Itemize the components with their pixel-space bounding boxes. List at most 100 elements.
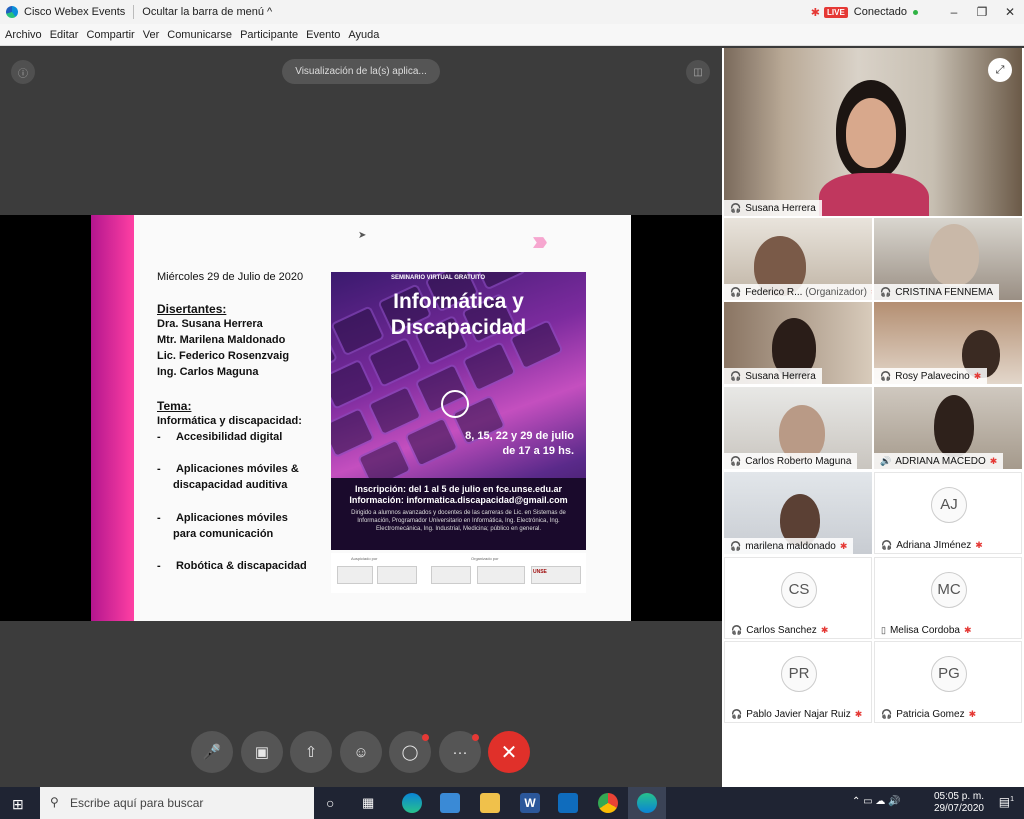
- muted-icon: ✱: [975, 539, 983, 550]
- share-view-dropdown[interactable]: Visualización de la(s) aplica...: [282, 59, 440, 84]
- speaker-icon: 🔊: [880, 455, 892, 466]
- participants-button[interactable]: ☺: [340, 731, 382, 773]
- participant-tile[interactable]: 🔊 ADRIANA MACEDO ✱: [874, 387, 1022, 469]
- expand-icon[interactable]: ⤢: [988, 58, 1012, 82]
- bullet-1: - Accesibilidad digital: [157, 431, 283, 443]
- slide-date: Miércoles 29 de Julio de 2020: [157, 271, 304, 283]
- menu-editar[interactable]: Editar: [50, 29, 79, 41]
- participant-tile[interactable]: PR 🎧 Pablo Javier Najar Ruiz ✱: [724, 641, 872, 723]
- muted-icon: ✱: [854, 708, 863, 719]
- leave-button[interactable]: ✕: [488, 731, 530, 773]
- speakers-heading: Disertantes:: [157, 302, 227, 316]
- menu-ver[interactable]: Ver: [143, 29, 160, 41]
- participant-face: [929, 224, 979, 286]
- poster-title-2: Discapacidad: [390, 316, 527, 339]
- mic-icon: 🎧: [730, 455, 742, 466]
- bullet-2: - Aplicaciones móviles &: [157, 463, 299, 475]
- participant-tile[interactable]: MC ▯ Melisa Cordoba ✱: [874, 557, 1022, 639]
- recording-icon: ✱: [810, 6, 820, 19]
- menu-ayuda[interactable]: Ayuda: [348, 29, 379, 41]
- windows-start-icon[interactable]: ⊞: [12, 796, 24, 813]
- mic-muted-icon: 🎤: [202, 744, 222, 761]
- mic-icon: 🎧: [880, 370, 892, 381]
- menu-archivo[interactable]: Archivo: [5, 29, 42, 41]
- participant-tile[interactable]: CS 🎧 Carlos Sanchez ✱: [724, 557, 872, 639]
- menu-compartir[interactable]: Compartir: [86, 29, 134, 41]
- participant-tile[interactable]: AJ 🎧 Adriana JIménez ✱: [874, 472, 1022, 554]
- menu-participante[interactable]: Participante: [240, 29, 298, 41]
- webex-logo-icon: [6, 6, 18, 18]
- participant-name-label: 🎧 Patricia Gomez ✱: [875, 706, 983, 722]
- participants-panel: ⤢ 🎧 Susana Herrera 🎧 Federico R... (Organi…: [722, 48, 1024, 787]
- menu-bar: Archivo Editar Compartir Ver Comunicarse…: [0, 24, 1024, 46]
- cortana-icon[interactable]: ○: [326, 795, 334, 811]
- participant-tile[interactable]: 🎧 marilena maldonado ✱: [724, 472, 872, 554]
- menu-evento[interactable]: Evento: [306, 29, 340, 41]
- poster-dates: 8, 15, 22 y 29 de julio: [465, 430, 574, 442]
- poster-hours: de 17 a 19 hs.: [502, 445, 574, 457]
- mute-button[interactable]: 🎤: [191, 731, 233, 773]
- mic-icon: 🎧: [880, 286, 892, 297]
- taskbar-search-input[interactable]: ⚲ Escribe aquí para buscar: [40, 787, 314, 819]
- clock[interactable]: 05:05 p. m. 29/07/2020: [934, 787, 984, 819]
- connection-dot-icon: [913, 9, 918, 15]
- webex-taskbar-button[interactable]: [628, 787, 666, 819]
- task-view-icon[interactable]: ▦: [362, 795, 374, 811]
- participant-tile[interactable]: 🎧 Rosy Palavecino ✱: [874, 302, 1022, 384]
- layout-icon[interactable]: ◫: [686, 60, 710, 84]
- participant-tile[interactable]: 🎧Federico R... (Organizador)✱: [724, 218, 872, 300]
- poster-tag: SEMINARIO VIRTUAL GRATUITO: [391, 275, 486, 281]
- shared-slide: ››› ➤ Miércoles 29 de Julio de 2020 Dise…: [91, 215, 631, 621]
- notifications-icon[interactable]: ▤1: [999, 795, 1014, 809]
- participant-tile[interactable]: PG 🎧 Patricia Gomez ✱: [874, 641, 1022, 723]
- chrome-icon[interactable]: [598, 793, 618, 813]
- restore-icon[interactable]: ❐: [968, 5, 996, 19]
- clock-date: 29/07/2020: [933, 803, 984, 814]
- muted-icon: ✱: [820, 624, 829, 635]
- participant-name-label: 🎧 Pablo Javier Najar Ruiz ✱: [725, 706, 869, 722]
- participant-tile[interactable]: 🎧 Susana Herrera: [724, 302, 872, 384]
- avatar: PR: [781, 656, 817, 692]
- participant-name-label: 🎧 Carlos Roberto Maguna: [724, 453, 858, 469]
- active-speaker-video[interactable]: ⤢ 🎧 Susana Herrera: [724, 48, 1022, 216]
- menu-comunicarse[interactable]: Comunicarse: [167, 29, 232, 41]
- participant-tile[interactable]: 🎧 CRISTINA FENNEMA: [874, 218, 1022, 300]
- muted-icon: ✱: [973, 370, 982, 381]
- edge-icon[interactable]: [402, 793, 422, 813]
- avatar: PG: [931, 656, 967, 692]
- speaker-face: [846, 98, 896, 168]
- bullet-3: - Aplicaciones móviles: [157, 512, 288, 524]
- tray-icons[interactable]: ⌃ ▭ ☁ 🔊: [852, 796, 901, 807]
- connection-status: Conectado: [853, 6, 907, 18]
- share-icon: ⇧: [304, 744, 318, 761]
- minimize-icon[interactable]: –: [940, 5, 968, 19]
- share-button[interactable]: ⇧: [290, 731, 332, 773]
- logo-unse: UNSE: [531, 566, 581, 584]
- participants-icon: ☺: [353, 743, 369, 761]
- word-icon[interactable]: W: [520, 793, 540, 813]
- muted-icon: ✱: [964, 624, 972, 635]
- logo-3: [431, 566, 471, 584]
- seminar-poster: SEMINARIO VIRTUAL GRATUITO Informática y…: [331, 272, 586, 550]
- more-icon: ···: [452, 743, 468, 761]
- participant-tile[interactable]: 🎧 Carlos Roberto Maguna: [724, 387, 872, 469]
- store-icon[interactable]: [440, 793, 460, 813]
- close-icon[interactable]: ✕: [996, 5, 1024, 19]
- muted-icon: ✱: [871, 287, 872, 298]
- mail-icon[interactable]: [558, 793, 578, 813]
- participant-name-label: ▯ Melisa Cordoba ✱: [875, 622, 978, 638]
- participant-name-label: 🎧Federico R... (Organizador)✱: [724, 284, 872, 300]
- hide-menu-bar-button[interactable]: Ocultar la barra de menú ^: [142, 6, 272, 18]
- speaker-1: Dra. Susana Herrera: [157, 318, 263, 330]
- mic-icon: 🎧: [881, 539, 893, 550]
- logo-4: [477, 566, 525, 584]
- file-explorer-icon[interactable]: [480, 793, 500, 813]
- divider: [133, 5, 135, 19]
- video-button[interactable]: ▣: [241, 731, 283, 773]
- search-icon: ⚲: [50, 795, 59, 809]
- active-speaker-label: 🎧 Susana Herrera: [724, 200, 822, 216]
- mic-icon: 🎧: [731, 708, 743, 719]
- info-icon[interactable]: ⓘ: [11, 60, 35, 84]
- avatar: AJ: [931, 487, 967, 523]
- poster-description: Dirigido a alumnos avanzados y docentes …: [351, 510, 566, 532]
